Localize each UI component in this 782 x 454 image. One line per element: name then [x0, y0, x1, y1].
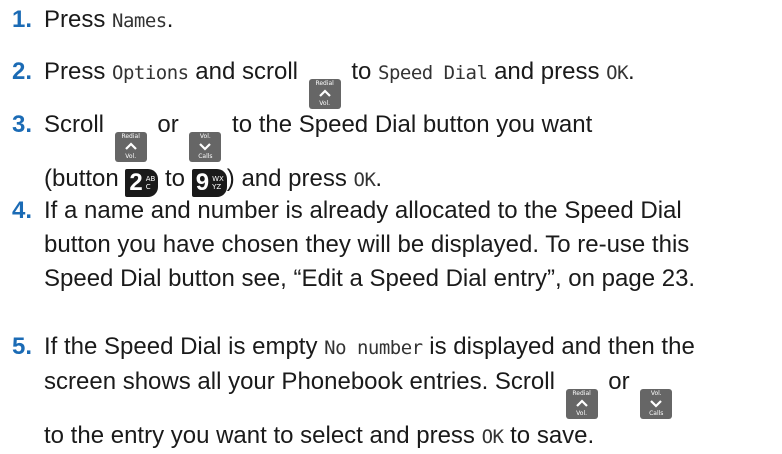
step-3: 3. Scroll Redial Vol. or Vol. Calls to the… — [12, 108, 592, 197]
step-text: If the Speed Dial is empty No number is … — [44, 330, 695, 454]
display-label-options: Options — [112, 62, 189, 84]
step-line: to the entry you want to select and pres… — [44, 419, 695, 454]
text-run: or — [601, 368, 637, 395]
step-line: Speed Dial button see, “Edit a Speed Dia… — [44, 265, 696, 292]
step-number: 2. — [12, 58, 33, 85]
text-run: Press — [44, 6, 113, 33]
step-text: Press Options and scroll Redial Vol. to S… — [44, 55, 635, 109]
key-letters: WX YZ — [212, 175, 224, 191]
text-run: to save. — [503, 422, 595, 449]
key-label: Vol. — [199, 133, 211, 140]
key-letters-line: YZ — [212, 183, 222, 191]
step-number: 1. — [12, 6, 33, 33]
redial-up-key-icon: Redial Vol. — [114, 132, 147, 162]
key-2-icon: 2 AB C — [125, 169, 159, 197]
text-run: ) and press — [226, 165, 354, 192]
text-run: (button — [44, 165, 126, 192]
display-label-no-number: No number — [324, 337, 423, 359]
display-label-names: Names — [112, 10, 167, 32]
key-label: Calls — [198, 153, 213, 160]
step-line: (button 2 AB C to 9 WX YZ) and press OK. — [44, 162, 592, 197]
text-run: . — [375, 165, 383, 192]
text-run: and press — [487, 58, 607, 85]
key-letters-line: WX — [212, 175, 224, 183]
text-run: If the Speed Dial is empty — [44, 333, 325, 360]
key-label: Redial — [121, 133, 140, 140]
key-letters-line: AB — [145, 175, 156, 183]
key-letters: AB C — [146, 175, 156, 191]
step-line: Scroll Redial Vol. or Vol. Calls to the Sp… — [44, 108, 592, 162]
chevron-up-icon — [318, 89, 331, 97]
display-label-speed-dial: Speed Dial — [378, 62, 488, 84]
display-label-ok: OK — [606, 62, 629, 84]
step-4: 4. If a name and number is already alloc… — [12, 194, 695, 296]
display-label-ok: OK — [481, 426, 504, 448]
text-run: Press — [44, 58, 113, 85]
text-run: and scroll — [188, 58, 305, 85]
key-letters-line: C — [145, 183, 151, 191]
text-run: . — [628, 58, 635, 85]
step-2: 2. Press Options and scroll Redial Vol. t… — [12, 55, 635, 109]
calls-down-key-icon: Vol. Calls — [189, 132, 222, 162]
step-text: Press Names. — [44, 3, 173, 38]
key-label: Redial — [315, 80, 334, 87]
chevron-down-icon — [650, 400, 663, 408]
text-run: to — [158, 165, 192, 192]
text-run: or — [150, 111, 186, 138]
key-label: Vol. — [576, 410, 588, 417]
step-line: If the Speed Dial is empty No number is … — [44, 330, 695, 365]
key-label: Vol. — [319, 100, 331, 107]
step-5: 5. If the Speed Dial is empty No number … — [12, 330, 695, 454]
key-9-icon: 9 WX YZ — [191, 169, 227, 197]
chevron-up-icon — [575, 399, 588, 407]
text-run: to the Speed Dial button you want — [225, 111, 593, 138]
key-label: Calls — [649, 410, 664, 417]
text-run: to the entry you want to select and pres… — [44, 422, 482, 449]
chevron-up-icon — [124, 142, 137, 150]
display-label-ok: OK — [353, 169, 376, 191]
text-run: Scroll — [44, 111, 111, 138]
key-label: Vol. — [125, 153, 137, 160]
text-run: to — [344, 58, 379, 85]
key-label: Redial — [572, 390, 591, 397]
text-run: screen shows all your Phonebook entries.… — [44, 368, 562, 395]
step-line: If a name and number is already allocate… — [44, 197, 682, 224]
step-text: Scroll Redial Vol. or Vol. Calls to the Sp… — [44, 108, 592, 197]
text-run: . — [166, 6, 174, 33]
calls-down-key-icon: Vol. Calls — [640, 389, 673, 419]
key-label: Vol. — [650, 390, 662, 397]
step-number: 4. — [12, 197, 33, 224]
step-line: screen shows all your Phonebook entries.… — [44, 365, 695, 419]
text-run: is displayed and then the — [422, 333, 695, 360]
step-number: 3. — [12, 111, 33, 138]
chevron-down-icon — [199, 143, 212, 151]
step-line: button you have chosen they will be disp… — [44, 231, 690, 258]
step-text: If a name and number is already allocate… — [44, 194, 695, 296]
step-number: 5. — [12, 333, 33, 360]
redial-up-key-icon: Redial Vol. — [308, 79, 341, 109]
step-1: 1. Press Names. — [12, 3, 173, 38]
redial-up-key-icon: Redial Vol. — [565, 389, 598, 419]
